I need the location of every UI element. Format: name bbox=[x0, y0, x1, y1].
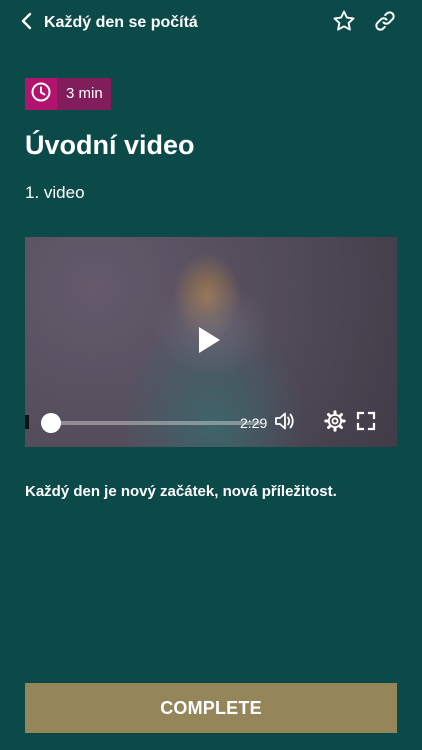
clock-icon bbox=[30, 81, 52, 108]
volume-button[interactable] bbox=[272, 411, 298, 435]
lesson-title: Úvodní video bbox=[25, 130, 195, 160]
badge-icon-box bbox=[25, 78, 57, 110]
gear-icon bbox=[324, 409, 346, 437]
top-navigation-bar: Každý den se počítá bbox=[0, 0, 422, 46]
star-outline-icon bbox=[332, 9, 356, 38]
favorite-button[interactable] bbox=[330, 9, 358, 37]
complete-button[interactable]: COMPLETE bbox=[25, 683, 397, 733]
video-progress-bar[interactable] bbox=[41, 413, 261, 433]
duration-label: 3 min bbox=[57, 78, 111, 110]
video-edge-marker bbox=[25, 415, 29, 429]
back-button[interactable] bbox=[14, 10, 38, 36]
fullscreen-button[interactable] bbox=[354, 411, 378, 435]
duration-badge: 3 min bbox=[25, 78, 111, 110]
video-settings-button[interactable] bbox=[323, 409, 347, 437]
video-player[interactable]: 2:29 bbox=[25, 237, 397, 447]
lesson-subtitle: 1. video bbox=[25, 183, 85, 202]
chevron-left-icon bbox=[21, 12, 32, 35]
lesson-description: Každý den je nový začátek, nová příležit… bbox=[25, 483, 337, 500]
share-link-button[interactable] bbox=[371, 9, 399, 37]
play-button[interactable] bbox=[193, 325, 225, 359]
video-time-remaining: 2:29 bbox=[240, 415, 268, 431]
course-title: Každý den se počítá bbox=[44, 14, 198, 31]
video-progress-thumb[interactable] bbox=[41, 413, 61, 433]
fullscreen-icon bbox=[356, 411, 376, 436]
play-icon bbox=[197, 326, 221, 359]
link-icon bbox=[373, 9, 397, 38]
volume-icon bbox=[274, 411, 296, 436]
